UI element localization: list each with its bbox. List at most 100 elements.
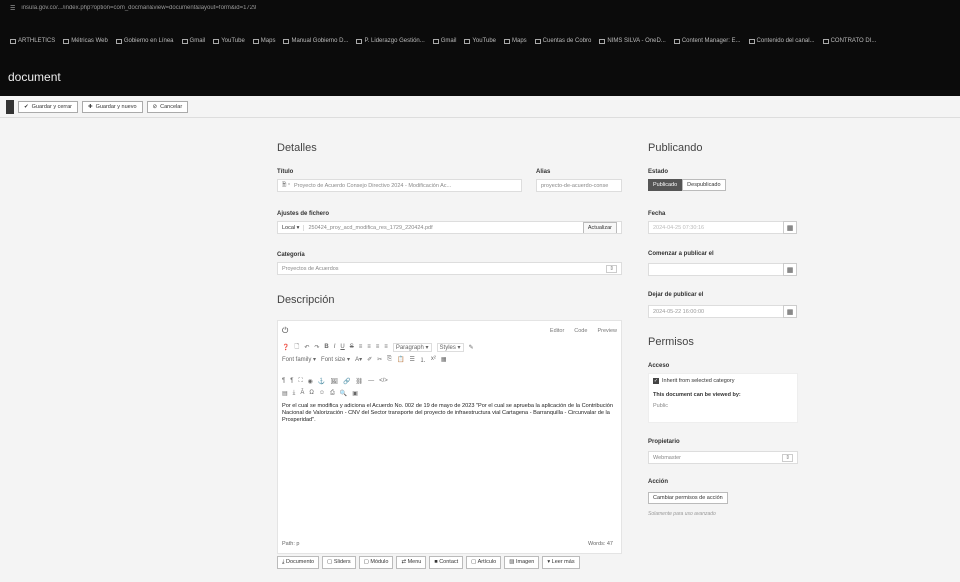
owner-select[interactable]: Webmaster ⇕	[648, 451, 798, 464]
fullscreen-icon[interactable]: ⛶	[298, 378, 302, 385]
title-input[interactable]: 🗎 ▾ Proyecto de Acuerdo Consejo Directiv…	[277, 179, 522, 192]
align-left-icon[interactable]: ≡	[359, 344, 363, 350]
bookmark-item[interactable]: CONTRATO DI...	[822, 38, 876, 44]
start-publish-input[interactable]	[648, 263, 788, 276]
read-more-button[interactable]: ▾ Leer más	[542, 556, 580, 569]
cancel-icon: ⊘	[152, 103, 158, 110]
help-icon[interactable]: ❓	[282, 344, 289, 351]
update-button[interactable]: Actualizar	[582, 222, 617, 233]
new-doc-icon[interactable]: 🗋	[294, 342, 299, 352]
address-bar[interactable]: ☰ insula.gov.co/.../index.php?option=com…	[0, 0, 960, 16]
save-close-button[interactable]: ✔ Guardar y cerrar	[18, 100, 78, 113]
bookmark-item[interactable]: Gmail	[181, 38, 205, 44]
abbr-icon[interactable]: Ā	[300, 390, 304, 396]
paste-icon[interactable]: 📋	[397, 356, 404, 363]
ltr-icon[interactable]: ¶	[282, 378, 285, 384]
editor-content[interactable]: Por el cual se modifica y adiciona el Ac…	[278, 403, 621, 424]
published-button[interactable]: Publicado	[648, 179, 683, 191]
date-calendar-icon[interactable]: ▦	[783, 221, 797, 234]
undo-icon[interactable]: ↶	[304, 344, 309, 351]
bookmark-icon	[432, 38, 439, 44]
bold-button[interactable]: B	[324, 344, 328, 350]
search-icon[interactable]: 🔍	[340, 390, 347, 397]
end-calendar-icon[interactable]: ▦	[783, 305, 797, 318]
special-char-icon[interactable]: Ω	[309, 390, 314, 396]
tab-editor[interactable]: Editor	[550, 328, 564, 334]
bookmark-item[interactable]: YouTube	[213, 38, 245, 44]
inherit-checkbox-row[interactable]: ✓ Inherit from selected category	[653, 378, 793, 384]
image-icon[interactable]: 🖼	[330, 378, 338, 385]
file-input[interactable]: Local ▾ 250424_proy_acd_modifica_res_172…	[277, 221, 622, 234]
styles-select[interactable]: Styles ▾	[436, 342, 464, 352]
insert-sliders-button[interactable]: ▢ Sliders	[322, 556, 356, 569]
align-center-icon[interactable]: ≡	[367, 344, 371, 350]
insert-menu-button[interactable]: ⇄ Menu	[396, 556, 427, 569]
change-permissions-button[interactable]: Cambiar permisos de acción	[648, 492, 728, 504]
italic-button[interactable]: I	[334, 344, 336, 350]
end-publish-input[interactable]: 2024-05-22 16:00:00	[648, 305, 788, 318]
brush-icon[interactable]: ✎	[469, 344, 474, 351]
rtl-icon[interactable]: ¶	[290, 378, 293, 384]
bookmark-item[interactable]: NIMS SILVA - OneD...	[599, 38, 666, 44]
justify-icon[interactable]: ≡	[384, 344, 388, 350]
font-family-select[interactable]: Font family ▾	[282, 356, 316, 363]
pagebreak-icon[interactable]: ⤓	[293, 390, 296, 397]
bookmark-item[interactable]: YouTube	[464, 38, 496, 44]
list-icon[interactable]: ☰	[409, 356, 414, 363]
tune-icon[interactable]: ☰	[10, 5, 15, 12]
superscript-icon[interactable]: x²	[431, 356, 436, 362]
insert-article-button[interactable]: ▢ Artículo	[466, 556, 502, 569]
bookmark-item[interactable]: Manual Gobierno D...	[283, 38, 348, 44]
bookmark-item[interactable]: Contenido del canal...	[748, 38, 815, 44]
tab-code[interactable]: Code	[574, 328, 587, 334]
bookmark-item[interactable]: Cuentas de Cobro	[534, 38, 591, 44]
category-select[interactable]: Proyectos de Acuerdos ⇕	[277, 262, 622, 275]
bookmark-item[interactable]: Gobierno en Línea	[115, 38, 174, 44]
document-icon[interactable]: 🗎 ▾	[282, 181, 290, 190]
hr-icon[interactable]: ―	[368, 378, 374, 384]
visualaid-icon[interactable]: ▣	[352, 390, 358, 397]
bookmark-item[interactable]: P. Liderazgo Gestión...	[356, 38, 425, 44]
bookmark-item[interactable]: ARTHLETICS	[10, 38, 55, 44]
text-color-icon[interactable]: A▾	[355, 356, 362, 363]
insert-module-button[interactable]: ▢ Módulo	[358, 556, 394, 569]
print-icon[interactable]: ⎙	[330, 390, 335, 397]
file-source-select[interactable]: Local ▾	[282, 224, 305, 231]
power-icon[interactable]: ⏻	[282, 326, 288, 336]
insert-image-button[interactable]: ▨ Imagen	[504, 556, 540, 569]
bookmark-item[interactable]: Métricas Web	[63, 38, 108, 44]
copy-icon[interactable]: ⎘	[387, 356, 392, 363]
start-calendar-icon[interactable]: ▦	[783, 263, 797, 276]
align-right-icon[interactable]: ≡	[376, 344, 380, 350]
highlight-icon[interactable]: ✐	[367, 356, 372, 363]
numlist-icon[interactable]: ⒈	[420, 355, 426, 364]
redo-icon[interactable]: ↷	[314, 344, 319, 351]
bookmark-item[interactable]: Maps	[252, 38, 275, 44]
unlink-icon[interactable]: ⛓	[356, 378, 364, 385]
font-size-select[interactable]: Font size ▾	[321, 356, 350, 363]
underline-button[interactable]: U	[340, 344, 344, 350]
tab-preview[interactable]: Preview	[597, 328, 617, 334]
alias-input[interactable]: proyecto-de-acuerdo-conse	[536, 179, 622, 192]
template-icon[interactable]: ▤	[282, 390, 288, 397]
cancel-button[interactable]: ⊘ Cancelar	[146, 100, 189, 113]
insert-document-button[interactable]: ⤓ Documento	[277, 556, 320, 569]
strike-button[interactable]: S	[350, 344, 354, 350]
checkbox-checked-icon[interactable]: ✓	[653, 378, 659, 384]
table-icon[interactable]: ▦	[441, 356, 447, 363]
unpublished-button[interactable]: Despublicado	[682, 179, 726, 191]
bookmark-item[interactable]: Gmail	[432, 38, 456, 44]
cut-icon[interactable]: ✂	[377, 356, 382, 363]
code-icon[interactable]: </>	[379, 378, 388, 384]
emoticon-icon[interactable]: ☺	[319, 390, 325, 396]
media-icon[interactable]: ◉	[308, 378, 313, 385]
link-icon[interactable]: 🔗	[343, 378, 350, 385]
anchor-icon[interactable]: ⚓	[318, 378, 325, 385]
save-new-button[interactable]: ✚ Guardar y nuevo	[81, 100, 143, 113]
date-input[interactable]: 2024-04-25 07:30:16	[648, 221, 788, 234]
paragraph-select[interactable]: Paragraph ▾	[392, 342, 432, 352]
url-text[interactable]: insula.gov.co/.../index.php?option=com_d…	[21, 5, 256, 11]
bookmark-item[interactable]: Content Manager: E...	[673, 38, 741, 44]
bookmark-item[interactable]: Maps	[504, 38, 527, 44]
insert-contact-button[interactable]: ■ Contact	[429, 556, 464, 569]
